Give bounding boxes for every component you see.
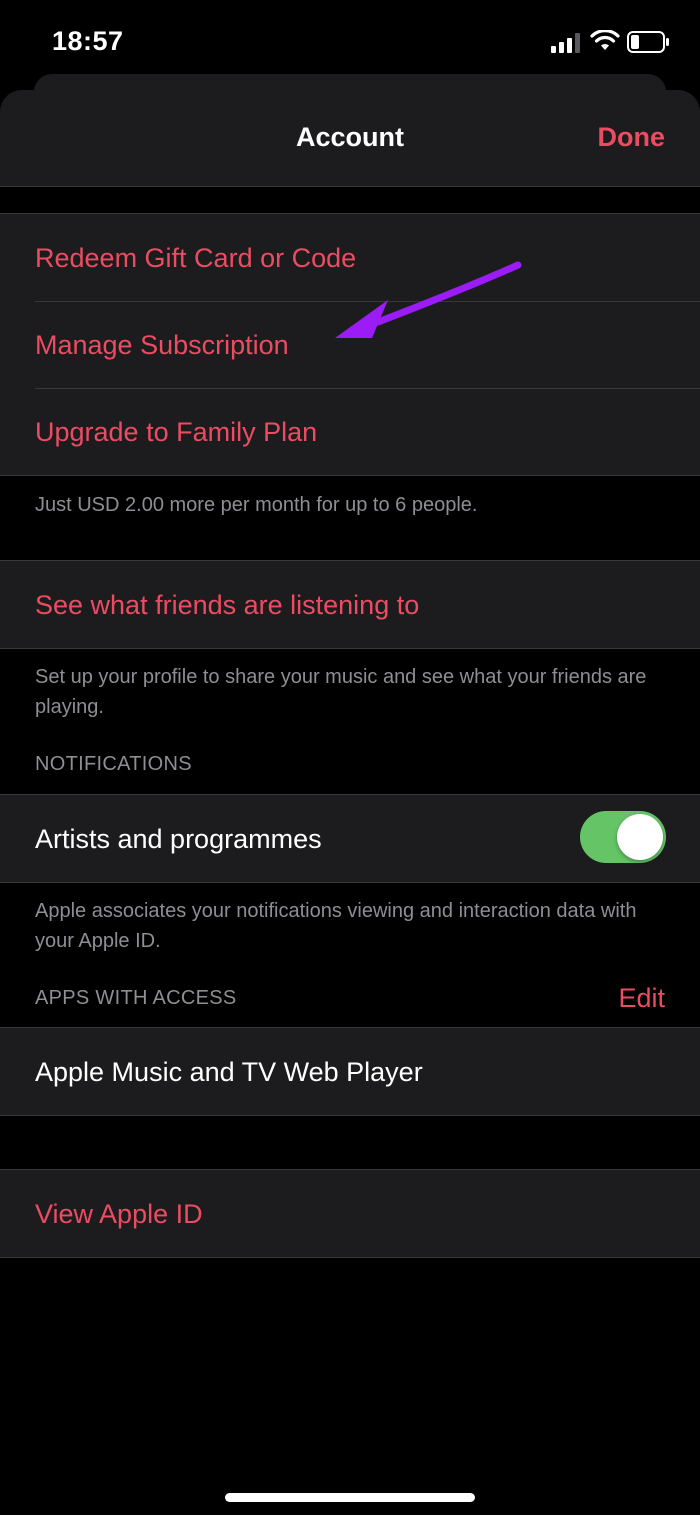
battery-icon (627, 31, 669, 53)
see-friends-label: See what friends are listening to (35, 590, 420, 620)
notifications-note: Apple associates your notifications view… (35, 900, 637, 952)
status-time: 18:57 (52, 26, 124, 56)
done-button[interactable]: Done (598, 122, 666, 153)
artists-programmes-row: Artists and programmes (0, 795, 700, 882)
apps-with-access-group: Apple Music and TV Web Player (0, 1027, 700, 1116)
see-friends-row[interactable]: See what friends are listening to (0, 561, 700, 648)
upgrade-family-plan-label: Upgrade to Family Plan (35, 417, 318, 447)
page-title: Account (296, 122, 404, 152)
friends-group: See what friends are listening to (0, 560, 700, 649)
cellular-signal-icon (551, 33, 580, 53)
view-apple-id-label: View Apple ID (35, 1199, 203, 1229)
redeem-gift-card-label: Redeem Gift Card or Code (35, 243, 357, 273)
view-apple-id-group: View Apple ID (0, 1169, 700, 1258)
toggle-knob (617, 814, 663, 860)
apps-with-access-header: APPS WITH ACCESS (35, 987, 237, 1009)
status-bar: 18:57 (0, 0, 700, 80)
app-name: Apple Music and TV Web Player (35, 1057, 423, 1087)
artists-programmes-label: Artists and programmes (35, 824, 322, 854)
annotation-arrow-icon (335, 261, 522, 338)
notifications-group: Artists and programmes (0, 794, 700, 883)
app-row[interactable]: Apple Music and TV Web Player (0, 1028, 700, 1115)
edit-button[interactable]: Edit (618, 983, 665, 1014)
view-apple-id-row[interactable]: View Apple ID (0, 1170, 700, 1257)
upgrade-family-plan-row[interactable]: Upgrade to Family Plan (0, 388, 700, 475)
family-plan-note: Just USD 2.00 more per month for up to 6… (35, 494, 478, 516)
navigation-bar: Account Done (0, 90, 700, 187)
home-indicator[interactable] (225, 1493, 475, 1502)
friends-note: Set up your profile to share your music … (35, 666, 647, 718)
artists-programmes-toggle[interactable] (580, 811, 666, 863)
notifications-header: NOTIFICATIONS (35, 753, 192, 775)
wifi-icon (590, 30, 620, 50)
manage-subscription-label: Manage Subscription (35, 330, 289, 360)
